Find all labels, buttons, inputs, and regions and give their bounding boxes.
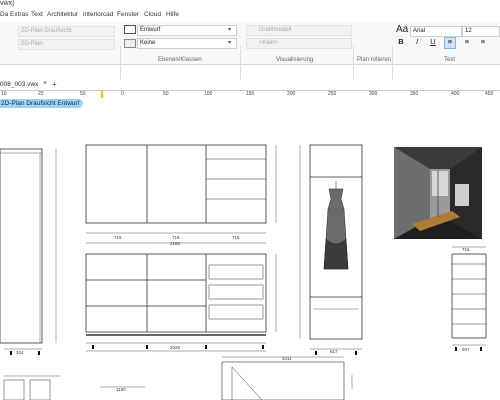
dim-label: 716 xyxy=(462,247,470,252)
ruler-label: 50 xyxy=(163,91,169,97)
render-dropdown[interactable]: Drahtmodell xyxy=(246,25,352,36)
ruler-label: 300 xyxy=(369,91,378,97)
ruler-label: 450 xyxy=(485,91,494,97)
chevron-down-icon: ▾ xyxy=(228,40,232,46)
dim-label: 1411 xyxy=(282,356,292,361)
layer-icon xyxy=(124,39,136,48)
tall-cabinet-left xyxy=(0,148,43,344)
view-dropdown-1[interactable]: 2D-Plan Draufsicht xyxy=(18,26,115,37)
layer-dropdown[interactable]: Keine ▾ xyxy=(137,38,237,49)
document-tab-bar: 008_003.vwx × + xyxy=(0,80,500,90)
italic-button[interactable]: I xyxy=(412,37,422,47)
chevron-down-icon: ▾ xyxy=(228,27,232,33)
font-icon: Aa xyxy=(396,24,409,35)
title-bar: vwx] xyxy=(0,0,500,9)
group-label-visualisierung: Visualisierung xyxy=(276,57,314,63)
ruler-label: 400 xyxy=(451,91,460,97)
ruler-cursor-marker xyxy=(101,91,103,98)
ribbon-divider xyxy=(353,46,354,82)
close-icon[interactable]: × xyxy=(43,80,47,87)
upper-cabinet-front xyxy=(85,144,267,224)
ruler-label: 350 xyxy=(410,91,419,97)
ribbon: 2D-Plan Draufsicht 2D-Plan Entwurf ▾ Kei… xyxy=(0,22,500,82)
add-tab-icon[interactable]: + xyxy=(52,80,57,89)
dim-label: 716 xyxy=(232,235,240,240)
dim-label: 324 xyxy=(16,350,24,355)
menu-item-architektur[interactable]: Architektur xyxy=(47,11,78,18)
ruler-label: 100 xyxy=(204,91,213,97)
render-value: Drahtmodell xyxy=(259,27,292,33)
bold-button[interactable]: B xyxy=(396,37,406,47)
menu-item-cloud[interactable]: Cloud xyxy=(144,11,161,18)
ruler-label: 250 xyxy=(328,91,337,97)
render-preview-image xyxy=(394,147,482,239)
dim-label: 2150 xyxy=(170,241,181,246)
ribbon-divider xyxy=(240,46,241,82)
drawing-svg: 716 716 716 2150 324 2026 617 607 1411 1… xyxy=(0,144,487,400)
font-value: Arial xyxy=(413,28,426,34)
narrow-cabinet xyxy=(451,253,487,339)
align-left-button[interactable]: ≡ xyxy=(444,37,456,49)
font-dropdown[interactable]: Arial xyxy=(410,26,462,37)
align-center-button[interactable]: ≡ xyxy=(462,37,472,47)
menu-item-fenster[interactable]: Fenster xyxy=(117,11,139,18)
menu-item-hilfe[interactable]: Hilfe xyxy=(166,11,179,18)
group-label-plan-rotieren: Plan rotieren xyxy=(357,57,392,63)
font-size-dropdown[interactable]: 12 xyxy=(462,26,500,37)
dim-label: 607 xyxy=(462,347,470,352)
render-sub-value: <Kein> xyxy=(259,40,279,46)
dim-label: 617 xyxy=(330,349,338,354)
dim-label: 2026 xyxy=(170,345,181,350)
menu-item-text[interactable]: Text xyxy=(31,11,43,18)
class-icon xyxy=(124,25,136,34)
class-dropdown[interactable]: Entwurf ▾ xyxy=(137,25,237,36)
dim-label: 716 xyxy=(114,235,122,240)
dim-label: 1150 xyxy=(116,387,126,392)
document-tab[interactable]: 008_003.vwx xyxy=(0,81,38,88)
class-value: Entwurf xyxy=(140,27,161,33)
lower-cabinet-front xyxy=(85,253,267,333)
dim-label: 716 xyxy=(172,235,180,240)
ruler-label: 150 xyxy=(246,91,255,97)
menu-item-extras[interactable]: Extras xyxy=(10,11,28,18)
layer-value: Keine xyxy=(140,40,156,46)
menu-bar: Datei Extras Text Architektur interiorca… xyxy=(0,9,500,22)
align-right-button[interactable]: ≡ xyxy=(478,37,488,47)
ruler-label: 50 xyxy=(80,91,86,97)
ruler-label: 10 xyxy=(1,91,7,97)
ruler-label: 200 xyxy=(287,91,296,97)
group-label-text: Text xyxy=(444,57,456,63)
underline-button[interactable]: U xyxy=(428,37,438,47)
ruler-label: 0 xyxy=(121,91,124,97)
dress-illustration xyxy=(323,181,349,270)
ribbon-divider xyxy=(392,46,393,82)
window-title: vwx] xyxy=(0,0,14,7)
ruler-label: 20 xyxy=(38,91,44,97)
ribbon-divider xyxy=(120,46,121,82)
view-option-1: 2D-Plan Draufsicht xyxy=(21,28,72,34)
group-label-ebenen: Ebenen/Klassen xyxy=(158,57,202,63)
menu-item-datei[interactable]: Datei xyxy=(0,11,8,18)
render-sub-dropdown[interactable]: <Kein> xyxy=(246,38,352,49)
view-option-2: 2D-Plan xyxy=(21,41,43,47)
font-size-value: 12 xyxy=(465,28,472,34)
view-dropdown-2[interactable]: 2D-Plan xyxy=(18,39,115,50)
drawing-canvas[interactable]: 2D-Plan Draufsicht Entwurf 716 716 716 2… xyxy=(0,99,500,400)
menu-item-interiorcad[interactable]: interiorcad xyxy=(83,11,113,18)
